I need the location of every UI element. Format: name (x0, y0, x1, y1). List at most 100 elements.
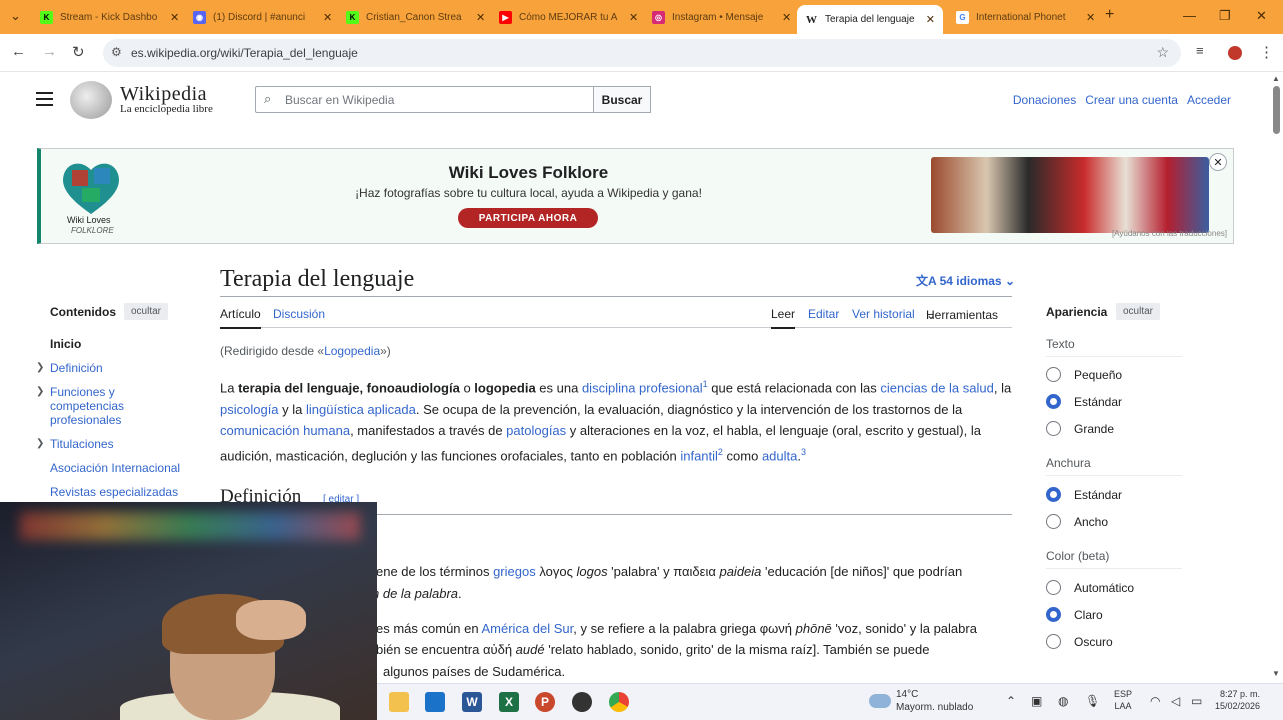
radio-width-wide[interactable]: Ancho (1046, 514, 1108, 529)
browser-tab[interactable]: ▶ Cómo MEJORAR tu A ✕ (491, 6, 646, 28)
back-icon[interactable]: ← (11, 43, 26, 60)
browser-tab-bar: ⌄ K Stream - Kick Dashbo ✕ ◉ (1) Discord… (0, 0, 1283, 34)
radio-color-auto[interactable]: Automático (1046, 580, 1134, 595)
body-line: n de la palabra. (372, 586, 462, 601)
toc-item-definicion[interactable]: Definición (50, 361, 185, 375)
article-link[interactable]: psicología (220, 402, 279, 417)
input-language[interactable]: ESP LAA (1114, 688, 1132, 712)
toc-hide-button[interactable]: ocultar (124, 303, 169, 320)
minimize-icon[interactable]: — (1183, 8, 1196, 23)
close-tab-icon[interactable]: ✕ (629, 11, 638, 24)
profile-avatar[interactable] (1228, 46, 1242, 60)
site-info-icon[interactable]: ⚙ (111, 45, 122, 59)
tab-search-icon[interactable]: ⌄ (10, 8, 21, 24)
chevron-right-icon[interactable]: ❯ (36, 362, 44, 373)
language-selector[interactable]: 文A 54 idiomas ⌄ (916, 272, 1015, 289)
volume-icon[interactable]: ◁ (1171, 694, 1180, 708)
browser-tab-active[interactable]: W Terapia del lenguaje ✕ (797, 5, 943, 34)
system-clock[interactable]: 8:27 p. m. 15/02/2026 (1215, 688, 1260, 712)
close-tab-icon[interactable]: ✕ (323, 11, 332, 24)
forward-icon[interactable]: → (42, 43, 57, 60)
appearance-hide-button[interactable]: ocultar (1116, 303, 1161, 320)
address-bar[interactable]: ⚙ es.wikipedia.org/wiki/Terapia_del_leng… (103, 39, 1181, 67)
media-controls-icon[interactable]: ≡ (1196, 43, 1204, 58)
browser-tab[interactable]: ◎ Instagram • Mensaje ✕ (644, 6, 799, 28)
powerpoint-icon[interactable]: P (535, 692, 555, 712)
chevron-right-icon[interactable]: ❯ (36, 386, 44, 397)
article-link[interactable]: América del Sur (482, 621, 574, 636)
browser-tab[interactable]: G International Phonet ✕ (948, 6, 1103, 28)
article-link[interactable]: disciplina profesional (582, 380, 703, 395)
tab-history[interactable]: Ver historial (852, 307, 915, 321)
word-icon[interactable]: W (462, 692, 482, 712)
scroll-up-icon[interactable]: ▲ (1272, 74, 1280, 83)
close-tab-icon[interactable]: ✕ (926, 13, 935, 26)
scrollbar-thumb[interactable] (1273, 86, 1280, 134)
browser-tab[interactable]: K Cristian_Canon Strea ✕ (338, 6, 493, 28)
url-text[interactable]: es.wikipedia.org/wiki/Terapia_del_lengua… (131, 46, 358, 60)
close-tab-icon[interactable]: ✕ (476, 11, 485, 24)
store-icon[interactable] (425, 692, 445, 712)
main-menu-icon[interactable] (36, 92, 53, 110)
create-account-link[interactable]: Crear una cuenta (1085, 93, 1178, 107)
search-input[interactable]: ⌕ Buscar en Wikipedia (255, 86, 594, 113)
excel-icon[interactable]: X (499, 692, 519, 712)
radio-text-standard[interactable]: Estándar (1046, 394, 1122, 409)
search-button[interactable]: Buscar (593, 86, 651, 113)
chevron-up-icon[interactable]: ⌃ (1006, 694, 1016, 708)
citation[interactable]: 3 (801, 447, 806, 457)
tab-read[interactable]: Leer (771, 307, 796, 329)
browser-tab[interactable]: K Stream - Kick Dashbo ✕ (32, 6, 187, 28)
body-line: es más común en América del Sur, y se re… (376, 621, 977, 636)
article-link[interactable]: patologías (506, 423, 566, 438)
close-tab-icon[interactable]: ✕ (782, 11, 791, 24)
article-link[interactable]: infantil (680, 448, 718, 463)
chevron-right-icon[interactable]: ❯ (36, 438, 44, 449)
tray-app-icon[interactable]: ▣ (1031, 694, 1042, 708)
tab-article[interactable]: Artículo (220, 307, 261, 329)
radio-color-dark[interactable]: Oscuro (1046, 634, 1113, 649)
close-window-icon[interactable]: ✕ (1256, 8, 1267, 24)
toc-item-inicio[interactable]: Inicio (50, 337, 185, 351)
close-tab-icon[interactable]: ✕ (170, 11, 179, 24)
toc-item-titulaciones[interactable]: Titulaciones (50, 437, 185, 451)
chrome-menu-icon[interactable]: ⋮ (1259, 43, 1274, 61)
toc-item-funciones[interactable]: Funciones y competencias profesionales (50, 385, 185, 427)
tray-app-icon[interactable]: ◍ (1058, 694, 1068, 708)
wikipedia-globe-logo[interactable] (70, 81, 112, 119)
obs-icon[interactable] (572, 692, 592, 712)
radio-text-large[interactable]: Grande (1046, 421, 1114, 436)
donate-link[interactable]: Donaciones (1013, 93, 1076, 107)
article-link[interactable]: ciencias de la salud (880, 380, 993, 395)
radio-text-small[interactable]: Pequeño (1046, 367, 1122, 382)
translation-help-link[interactable]: [Ayúdanos con las traducciones] (1112, 229, 1227, 238)
participate-button[interactable]: PARTICIPA AHORA (458, 208, 598, 228)
close-tab-icon[interactable]: ✕ (1086, 11, 1095, 24)
article-link[interactable]: griegos (493, 564, 536, 579)
tab-edit[interactable]: Editar (808, 307, 839, 321)
reload-icon[interactable]: ↻ (72, 43, 85, 61)
radio-width-standard[interactable]: Estándar (1046, 487, 1122, 502)
divider (1046, 568, 1182, 569)
radio-color-light[interactable]: Claro (1046, 607, 1103, 622)
chrome-icon[interactable] (609, 692, 629, 712)
new-tab-button[interactable]: + (1105, 6, 1114, 24)
redirect-link[interactable]: Logopedia (324, 344, 380, 358)
toc-item-asociacion[interactable]: Asociación Internacional (50, 461, 200, 475)
article-link[interactable]: adulta (762, 448, 797, 463)
login-link[interactable]: Acceder (1187, 93, 1231, 107)
microphone-icon[interactable]: 🎙 (1085, 694, 1100, 708)
restore-icon[interactable]: ❐ (1219, 8, 1231, 24)
file-explorer-icon[interactable] (389, 692, 409, 712)
close-icon[interactable]: ✕ (1209, 153, 1227, 171)
browser-tab[interactable]: ◉ (1) Discord | #anunci ✕ (185, 6, 340, 28)
bookmark-star-icon[interactable]: ☆ (1156, 44, 1169, 61)
scroll-down-icon[interactable]: ▼ (1272, 669, 1280, 678)
article-link[interactable]: lingüística aplicada (306, 402, 416, 417)
tab-discussion[interactable]: Discusión (273, 307, 325, 321)
article-link[interactable]: comunicación humana (220, 423, 350, 438)
wifi-icon[interactable]: ◠ (1150, 694, 1160, 708)
page-scrollbar[interactable]: ▲ ▼ (1271, 72, 1283, 682)
battery-icon[interactable]: ▭ (1191, 694, 1202, 708)
toc-item-revistas[interactable]: Revistas especializadas (50, 485, 200, 499)
